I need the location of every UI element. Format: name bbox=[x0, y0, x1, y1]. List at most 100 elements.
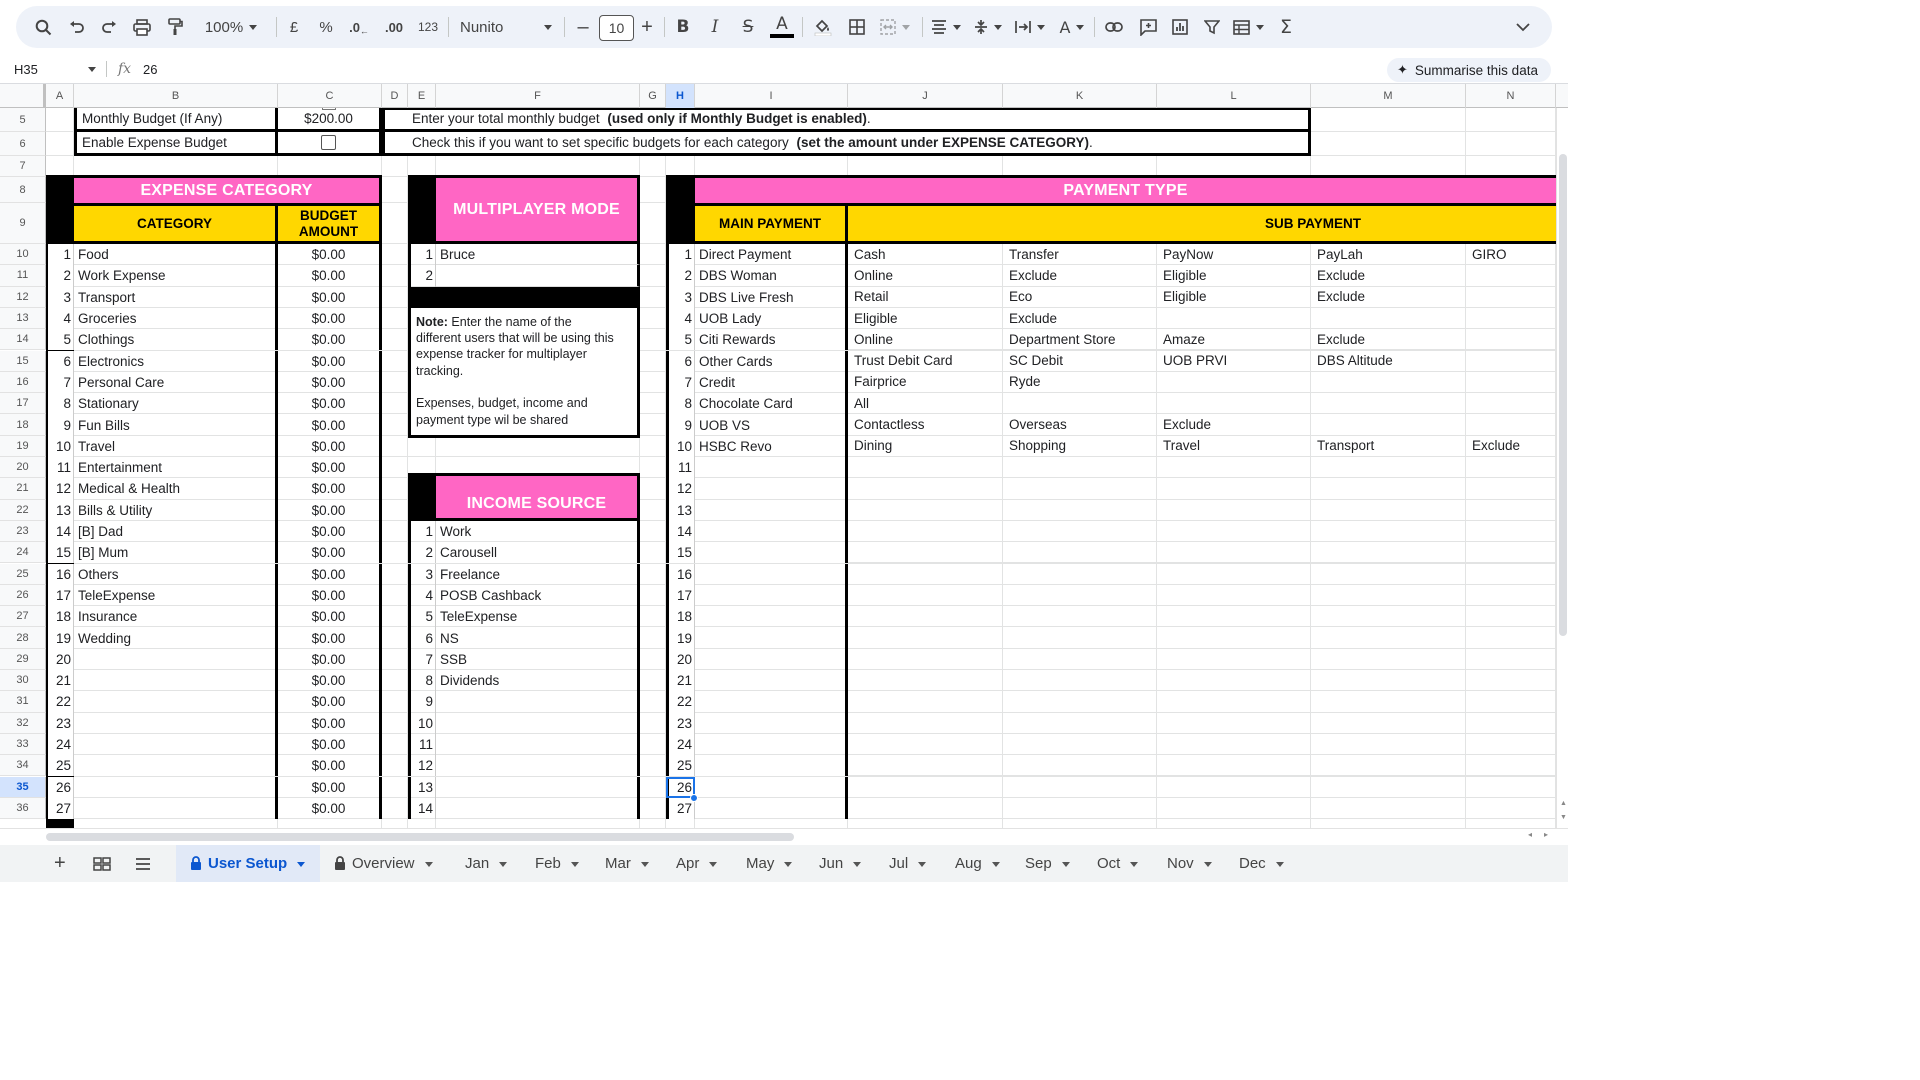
decrease-decimal-button[interactable]: .0 ← bbox=[344, 6, 374, 48]
sub-payment-cell[interactable] bbox=[1466, 606, 1556, 628]
multiplayer-user-cell[interactable] bbox=[436, 265, 640, 287]
main-payment-cell[interactable] bbox=[695, 627, 848, 649]
sub-payment-cell[interactable] bbox=[1157, 371, 1311, 394]
row-header-28[interactable]: 28 bbox=[0, 627, 46, 649]
sub-payment-cell[interactable] bbox=[1157, 393, 1311, 415]
sub-payment-cell[interactable] bbox=[1003, 797, 1157, 820]
row-header-19[interactable]: 19 bbox=[0, 435, 46, 457]
sub-payment-cell[interactable]: All bbox=[848, 393, 1003, 415]
sub-payment-cell[interactable]: Eco bbox=[1003, 286, 1157, 308]
column-header-F[interactable]: F bbox=[436, 84, 640, 108]
sub-payment-cell[interactable] bbox=[1311, 307, 1466, 330]
expense-category-cell[interactable]: Insurance bbox=[74, 606, 278, 628]
column-header-E[interactable]: E bbox=[408, 84, 436, 108]
row-header-13[interactable]: 13 bbox=[0, 307, 46, 330]
expense-category-cell[interactable] bbox=[74, 797, 278, 820]
expense-category-cell[interactable]: Stationary bbox=[74, 393, 278, 415]
expense-budget-cell[interactable]: $0.00 bbox=[278, 286, 382, 308]
expense-category-cell[interactable]: Electronics bbox=[74, 350, 278, 372]
row-header-9[interactable]: 9 bbox=[0, 203, 46, 244]
sheet-tab-jun[interactable]: Jun bbox=[819, 845, 862, 882]
sub-payment-cell[interactable] bbox=[1466, 457, 1556, 479]
sub-payment-cell[interactable] bbox=[1003, 733, 1157, 756]
expense-category-cell[interactable]: Clothings bbox=[74, 329, 278, 351]
sub-payment-cell[interactable] bbox=[1003, 542, 1157, 564]
horizontal-align-dropdown[interactable] bbox=[926, 6, 966, 48]
sub-payment-cell[interactable]: Exclude bbox=[1311, 286, 1466, 308]
expense-budget-cell[interactable]: $0.00 bbox=[278, 648, 382, 670]
income-source-cell[interactable] bbox=[436, 797, 640, 820]
sub-payment-cell[interactable] bbox=[848, 648, 1003, 670]
main-payment-cell[interactable] bbox=[695, 670, 848, 692]
sub-payment-cell[interactable] bbox=[848, 584, 1003, 607]
sheet-tab-dec[interactable]: Dec bbox=[1239, 845, 1284, 882]
expense-category-cell[interactable]: Bills & Utility bbox=[74, 499, 278, 521]
more-formats-button[interactable]: 123 bbox=[412, 6, 444, 48]
sub-payment-cell[interactable] bbox=[1157, 520, 1311, 543]
income-source-cell[interactable]: Work bbox=[436, 520, 640, 543]
expense-category-cell[interactable] bbox=[74, 691, 278, 713]
row-header-23[interactable]: 23 bbox=[0, 520, 46, 543]
row-header-16[interactable]: 16 bbox=[0, 371, 46, 394]
expense-budget-cell[interactable]: $0.00 bbox=[278, 627, 382, 649]
main-payment-cell[interactable] bbox=[695, 712, 848, 734]
functions-button[interactable]: Σ bbox=[1270, 6, 1302, 48]
row-header-7[interactable]: 7 bbox=[0, 156, 46, 177]
expense-budget-cell[interactable]: $0.00 bbox=[278, 670, 382, 692]
sub-payment-cell[interactable]: Overseas bbox=[1003, 414, 1157, 436]
column-header-L[interactable]: L bbox=[1157, 84, 1311, 108]
sub-payment-cell[interactable] bbox=[1466, 691, 1556, 713]
sub-payment-cell[interactable] bbox=[848, 457, 1003, 479]
expense-budget-cell[interactable]: $0.00 bbox=[278, 371, 382, 394]
sub-payment-cell[interactable] bbox=[1157, 542, 1311, 564]
formula-input[interactable]: 26 bbox=[143, 54, 1343, 84]
income-source-cell[interactable] bbox=[436, 733, 640, 756]
expense-budget-cell[interactable]: $0.00 bbox=[278, 478, 382, 500]
column-header-J[interactable]: J bbox=[848, 84, 1003, 108]
main-payment-cell[interactable]: DBS Live Fresh bbox=[695, 286, 848, 308]
increase-decimal-button[interactable]: .00 bbox=[378, 6, 410, 48]
sub-payment-cell[interactable] bbox=[1003, 478, 1157, 500]
main-payment-cell[interactable] bbox=[695, 520, 848, 543]
sub-payment-cell[interactable] bbox=[848, 627, 1003, 649]
filter-icon[interactable] bbox=[1196, 6, 1228, 48]
sub-payment-cell[interactable]: Exclude bbox=[1157, 414, 1311, 436]
sheet-tab-jul[interactable]: Jul bbox=[889, 845, 927, 882]
sub-payment-cell[interactable] bbox=[1003, 755, 1157, 777]
sub-payment-cell[interactable] bbox=[1003, 393, 1157, 415]
italic-button[interactable]: I bbox=[700, 6, 730, 48]
column-header-N[interactable]: N bbox=[1466, 84, 1556, 108]
filter-views-dropdown[interactable] bbox=[1228, 6, 1268, 48]
sub-payment-cell[interactable] bbox=[1311, 563, 1466, 585]
sub-payment-cell[interactable] bbox=[1157, 712, 1311, 734]
main-payment-cell[interactable] bbox=[695, 797, 848, 820]
expense-budget-cell[interactable]: $0.00 bbox=[278, 414, 382, 436]
sub-payment-cell[interactable] bbox=[1157, 606, 1311, 628]
row-header-25[interactable]: 25 bbox=[0, 563, 46, 585]
expense-budget-cell[interactable]: $0.00 bbox=[278, 457, 382, 479]
sub-payment-cell[interactable] bbox=[1466, 371, 1556, 394]
sub-payment-cell[interactable] bbox=[848, 478, 1003, 500]
expense-category-cell[interactable]: Travel bbox=[74, 435, 278, 457]
expense-budget-cell[interactable]: $0.00 bbox=[278, 393, 382, 415]
sub-payment-cell[interactable]: Exclude bbox=[1003, 265, 1157, 287]
sub-payment-cell[interactable] bbox=[1311, 691, 1466, 713]
sub-payment-cell[interactable]: Department Store bbox=[1003, 329, 1157, 351]
sub-payment-cell[interactable]: Exclude bbox=[1466, 435, 1556, 457]
sub-payment-cell[interactable] bbox=[848, 563, 1003, 585]
sub-payment-cell[interactable] bbox=[1157, 307, 1311, 330]
sub-payment-cell[interactable] bbox=[1466, 776, 1556, 798]
main-payment-cell[interactable] bbox=[695, 584, 848, 607]
sub-payment-cell[interactable] bbox=[1311, 670, 1466, 692]
sub-payment-cell[interactable] bbox=[1311, 755, 1466, 777]
vertical-align-dropdown[interactable] bbox=[968, 6, 1008, 48]
row-header-14[interactable]: 14 bbox=[0, 329, 46, 351]
sub-payment-cell[interactable]: Eligible bbox=[1157, 286, 1311, 308]
undo-icon[interactable] bbox=[62, 6, 92, 48]
sub-payment-cell[interactable] bbox=[1157, 627, 1311, 649]
sub-payment-cell[interactable] bbox=[1311, 542, 1466, 564]
main-payment-cell[interactable]: UOB Lady bbox=[695, 307, 848, 330]
row-header-30[interactable]: 30 bbox=[0, 670, 46, 692]
sub-payment-cell[interactable] bbox=[1466, 499, 1556, 521]
sub-payment-cell[interactable] bbox=[1311, 520, 1466, 543]
